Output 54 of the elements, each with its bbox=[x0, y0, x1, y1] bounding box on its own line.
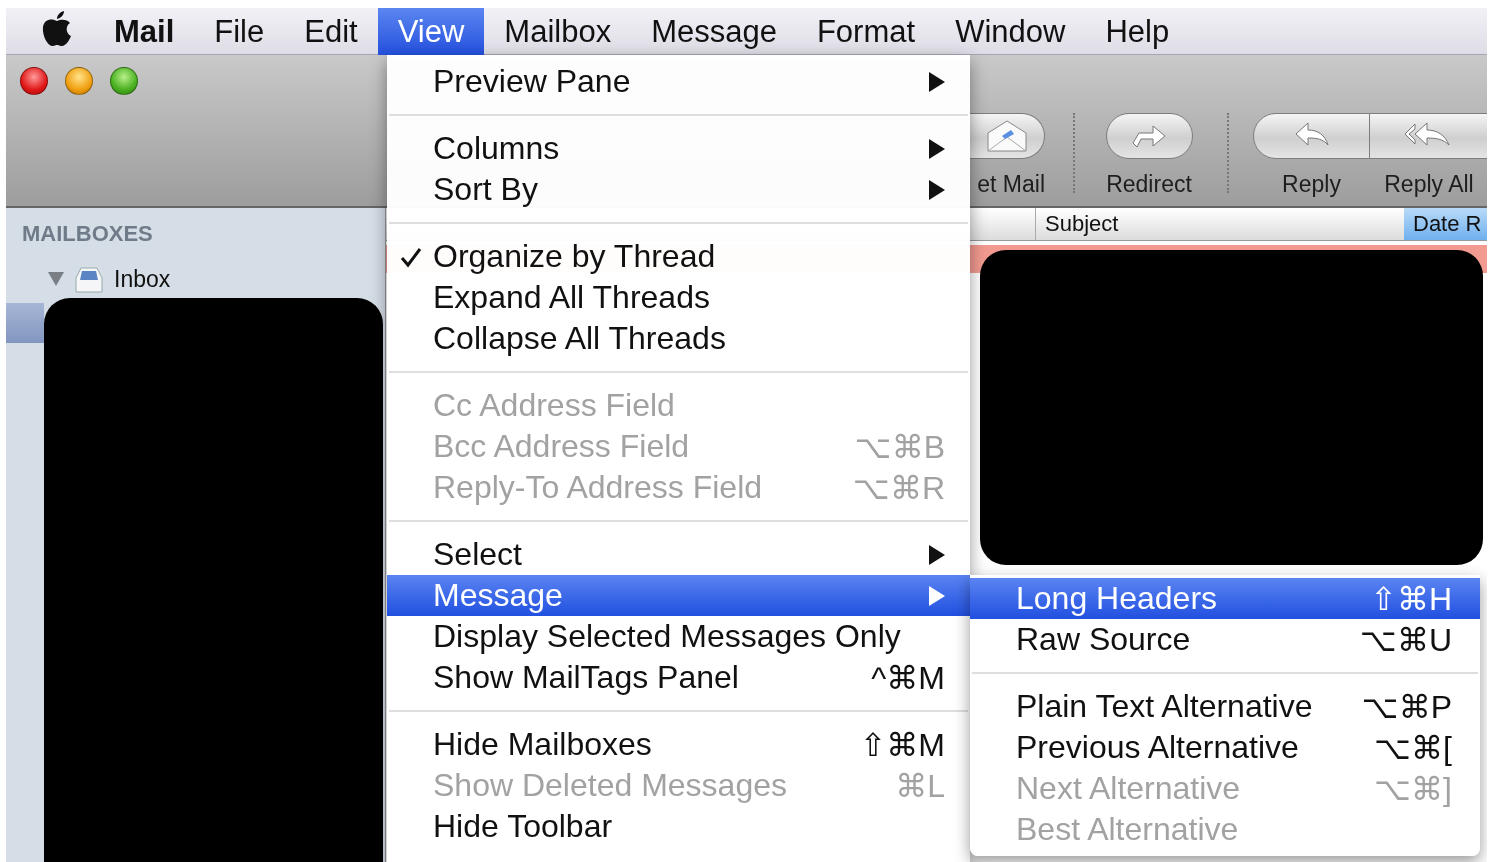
menu-bar-item[interactable]: Format bbox=[796, 8, 936, 55]
keyboard-shortcut: ^⌘M bbox=[871, 658, 945, 697]
menu-item[interactable]: Preview Pane bbox=[387, 61, 970, 102]
menu-item[interactable]: Organize by Thread bbox=[387, 236, 970, 277]
menu-item[interactable]: Collapse All Threads bbox=[387, 318, 970, 359]
keyboard-shortcut: ⌘L bbox=[895, 766, 945, 805]
column-header[interactable]: Date R bbox=[1404, 208, 1487, 240]
apple-logo-icon[interactable] bbox=[40, 10, 74, 48]
menu-item[interactable]: Hide Mailboxes ⇧⌘M bbox=[387, 724, 970, 765]
close-button[interactable] bbox=[20, 67, 48, 95]
menu-item[interactable]: Display Selected Messages Only bbox=[387, 616, 970, 657]
menu-item[interactable]: Long Headers ⇧⌘H bbox=[970, 578, 1480, 619]
toolbar-label: Redirect bbox=[1106, 171, 1192, 198]
sidebar-heading: MAILBOXES bbox=[21, 220, 154, 248]
redirect-button[interactable] bbox=[1105, 113, 1193, 159]
keyboard-shortcut: ⌥⌘P bbox=[1361, 687, 1452, 726]
menu-bar-item[interactable]: Mailbox bbox=[484, 8, 632, 55]
menu-bar-item[interactable]: Message bbox=[631, 8, 797, 55]
reply-button[interactable] bbox=[1253, 113, 1370, 159]
keyboard-shortcut: ⌥⌘B bbox=[854, 427, 945, 466]
inbox-tray-icon bbox=[74, 264, 104, 294]
disclosure-triangle-icon[interactable] bbox=[48, 272, 64, 286]
get-mail-button[interactable] bbox=[970, 113, 1045, 159]
zoom-button[interactable] bbox=[110, 67, 138, 95]
menu-item[interactable]: Message bbox=[387, 575, 970, 616]
keyboard-shortcut: ⌥⌘U bbox=[1360, 620, 1452, 659]
keyboard-shortcut: ⇧⌘M bbox=[859, 725, 945, 764]
menu-bar-item[interactable]: Window bbox=[935, 8, 1086, 55]
menu-item[interactable]: Raw Source ⌥⌘U bbox=[970, 619, 1480, 660]
envelope-icon bbox=[985, 119, 1029, 153]
menu-item[interactable]: Hide Toolbar bbox=[387, 806, 970, 847]
menu-bar-item[interactable]: Mail bbox=[94, 8, 195, 55]
keyboard-shortcut: ⌥⌘] bbox=[1374, 769, 1452, 808]
menu-item[interactable]: Expand All Threads bbox=[387, 277, 970, 318]
toolbar-label: et Mail bbox=[977, 171, 1045, 198]
menu-bar-item[interactable]: View bbox=[377, 8, 485, 55]
menu-item[interactable]: Plain Text Alternative ⌥⌘P bbox=[970, 686, 1480, 727]
column-header[interactable]: Subject bbox=[1036, 208, 1404, 240]
menu-item[interactable]: Columns bbox=[387, 128, 970, 169]
menu-item[interactable]: Sort By bbox=[387, 169, 970, 210]
menu-bar-item[interactable]: File bbox=[194, 8, 285, 55]
reply-all-button[interactable] bbox=[1370, 113, 1487, 159]
keyboard-shortcut: ⌥⌘R bbox=[853, 468, 945, 507]
minimize-button[interactable] bbox=[65, 67, 93, 95]
keyboard-shortcut: ⌥⌘[ bbox=[1374, 728, 1452, 767]
toolbar-label: Reply bbox=[1282, 171, 1341, 198]
keyboard-shortcut: ⇧⌘H bbox=[1370, 579, 1452, 618]
menu-item[interactable]: Show MailTags Panel ^⌘M bbox=[387, 657, 970, 698]
sidebar-item[interactable]: Inbox bbox=[114, 265, 171, 293]
menu-bar-item[interactable]: Edit bbox=[284, 8, 378, 55]
menu-item[interactable]: Select bbox=[387, 534, 970, 575]
menu-bar-item[interactable]: Help bbox=[1085, 8, 1190, 55]
menu-item[interactable]: Previous Alternative ⌥⌘[ bbox=[970, 727, 1480, 768]
toolbar-label: Reply All bbox=[1384, 171, 1474, 198]
